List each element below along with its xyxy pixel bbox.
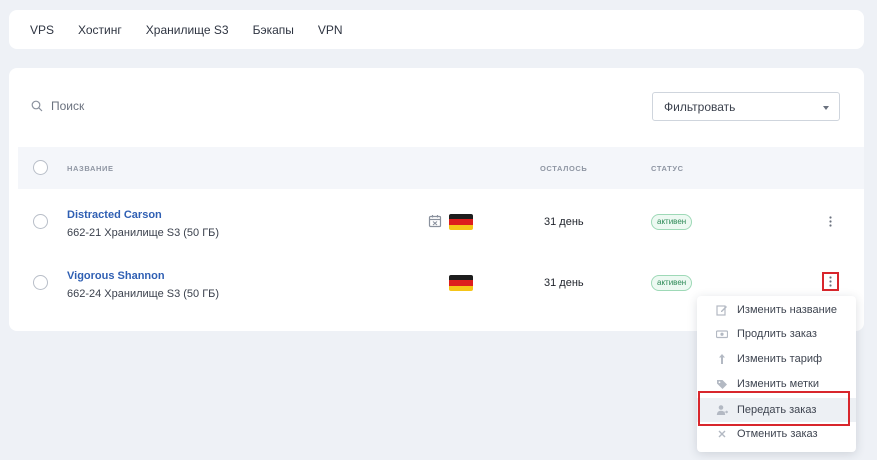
column-header-name: НАЗВАНИЕ (67, 164, 114, 173)
tag-icon (716, 378, 728, 390)
tab-storage-s3[interactable]: Хранилище S3 (146, 23, 229, 37)
top-nav: VPS Хостинг Хранилище S3 Бэкапы VPN (9, 10, 864, 49)
menu-item-change-plan[interactable]: Изменить тариф (697, 347, 856, 371)
calendar-cancel-icon (428, 215, 442, 228)
tab-backups[interactable]: Бэкапы (253, 23, 294, 37)
filter-select[interactable]: Фильтровать (652, 92, 840, 121)
status-badge: активен (651, 214, 693, 230)
order-name-link[interactable]: Vigorous Shannon (67, 270, 165, 282)
menu-item-label: Отменить заказ (737, 428, 818, 440)
menu-item-transfer[interactable]: Передать заказ (697, 398, 856, 422)
select-all-checkbox[interactable] (33, 160, 48, 175)
order-details: 662-21 Хранилище S3 (50 ГБ) (67, 227, 220, 239)
more-vertical-icon (829, 216, 832, 227)
column-header-status: СТАТУС (651, 164, 684, 173)
table-row: Distracted Carson 662-21 Хранилище S3 (5… (9, 196, 864, 256)
status-badge: активен (651, 275, 693, 291)
menu-item-renew[interactable]: Продлить заказ (697, 322, 856, 346)
days-left: 31 день (544, 216, 584, 228)
menu-item-cancel[interactable]: Отменить заказ (697, 422, 856, 446)
search-box (31, 99, 251, 113)
row-actions-menu: Изменить название Продлить заказ Изменит… (697, 296, 856, 452)
tab-hosting[interactable]: Хостинг (78, 23, 122, 37)
days-left: 31 день (544, 277, 584, 289)
more-vertical-icon (829, 276, 832, 287)
menu-item-label: Изменить название (737, 304, 837, 316)
chevron-down-icon (823, 105, 829, 110)
menu-item-edit-tags[interactable]: Изменить метки (697, 372, 856, 396)
germany-flag-icon (449, 275, 473, 291)
filter-label: Фильтровать (664, 99, 736, 114)
row-checkbox[interactable] (33, 275, 48, 290)
search-icon (31, 100, 43, 112)
germany-flag-icon (449, 214, 473, 230)
menu-item-label: Продлить заказ (737, 328, 817, 340)
orders-card: Фильтровать НАЗВАНИЕ ОСТАЛОСЬ СТАТУС Dis… (9, 68, 864, 331)
money-icon (716, 328, 728, 340)
edit-icon (716, 304, 728, 316)
row-actions-button[interactable] (822, 212, 839, 231)
row-checkbox[interactable] (33, 214, 48, 229)
tab-vps[interactable]: VPS (30, 23, 54, 37)
search-input[interactable] (51, 99, 251, 113)
tab-vpn[interactable]: VPN (318, 23, 343, 37)
table-header: НАЗВАНИЕ ОСТАЛОСЬ СТАТУС (18, 147, 864, 189)
order-name-link[interactable]: Distracted Carson (67, 209, 162, 221)
close-icon (716, 428, 728, 440)
column-header-left: ОСТАЛОСЬ (540, 164, 588, 173)
arrow-up-icon (716, 353, 728, 365)
menu-item-label: Изменить метки (737, 378, 819, 390)
transfer-user-icon (716, 404, 728, 416)
row-actions-button[interactable] (822, 272, 839, 291)
menu-item-label: Передать заказ (737, 404, 817, 416)
order-details: 662-24 Хранилище S3 (50 ГБ) (67, 288, 220, 300)
menu-item-label: Изменить тариф (737, 353, 823, 365)
menu-item-rename[interactable]: Изменить название (697, 298, 856, 322)
